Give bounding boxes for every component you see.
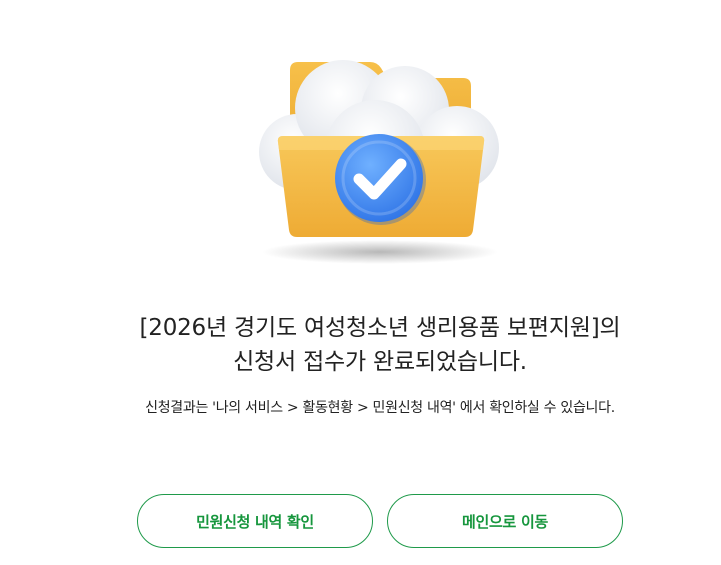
title-line-1: [2026년 경기도 여성청소년 생리용품 보편지원]의 [139, 315, 621, 341]
go-to-main-button[interactable]: 메인으로 이동 [387, 494, 623, 548]
completion-title: [2026년 경기도 여성청소년 생리용품 보편지원]의 신청서 접수가 완료되… [0, 311, 721, 379]
go-to-main-label: 메인으로 이동 [462, 512, 548, 531]
view-application-history-label: 민원신청 내역 확인 [196, 512, 314, 531]
folder-cloud-check-icon [259, 60, 499, 264]
completion-page: [2026년 경기도 여성청소년 생리용품 보편지원]의 신청서 접수가 완료되… [0, 0, 721, 565]
view-application-history-button[interactable]: 민원신청 내역 확인 [137, 494, 373, 548]
result-description: 신청결과는 '나의 서비스 > 활동현황 > 민원신청 내역' 에서 확인하실 … [145, 400, 615, 416]
title-line-2: 신청서 접수가 완료되었습니다. [233, 349, 527, 375]
